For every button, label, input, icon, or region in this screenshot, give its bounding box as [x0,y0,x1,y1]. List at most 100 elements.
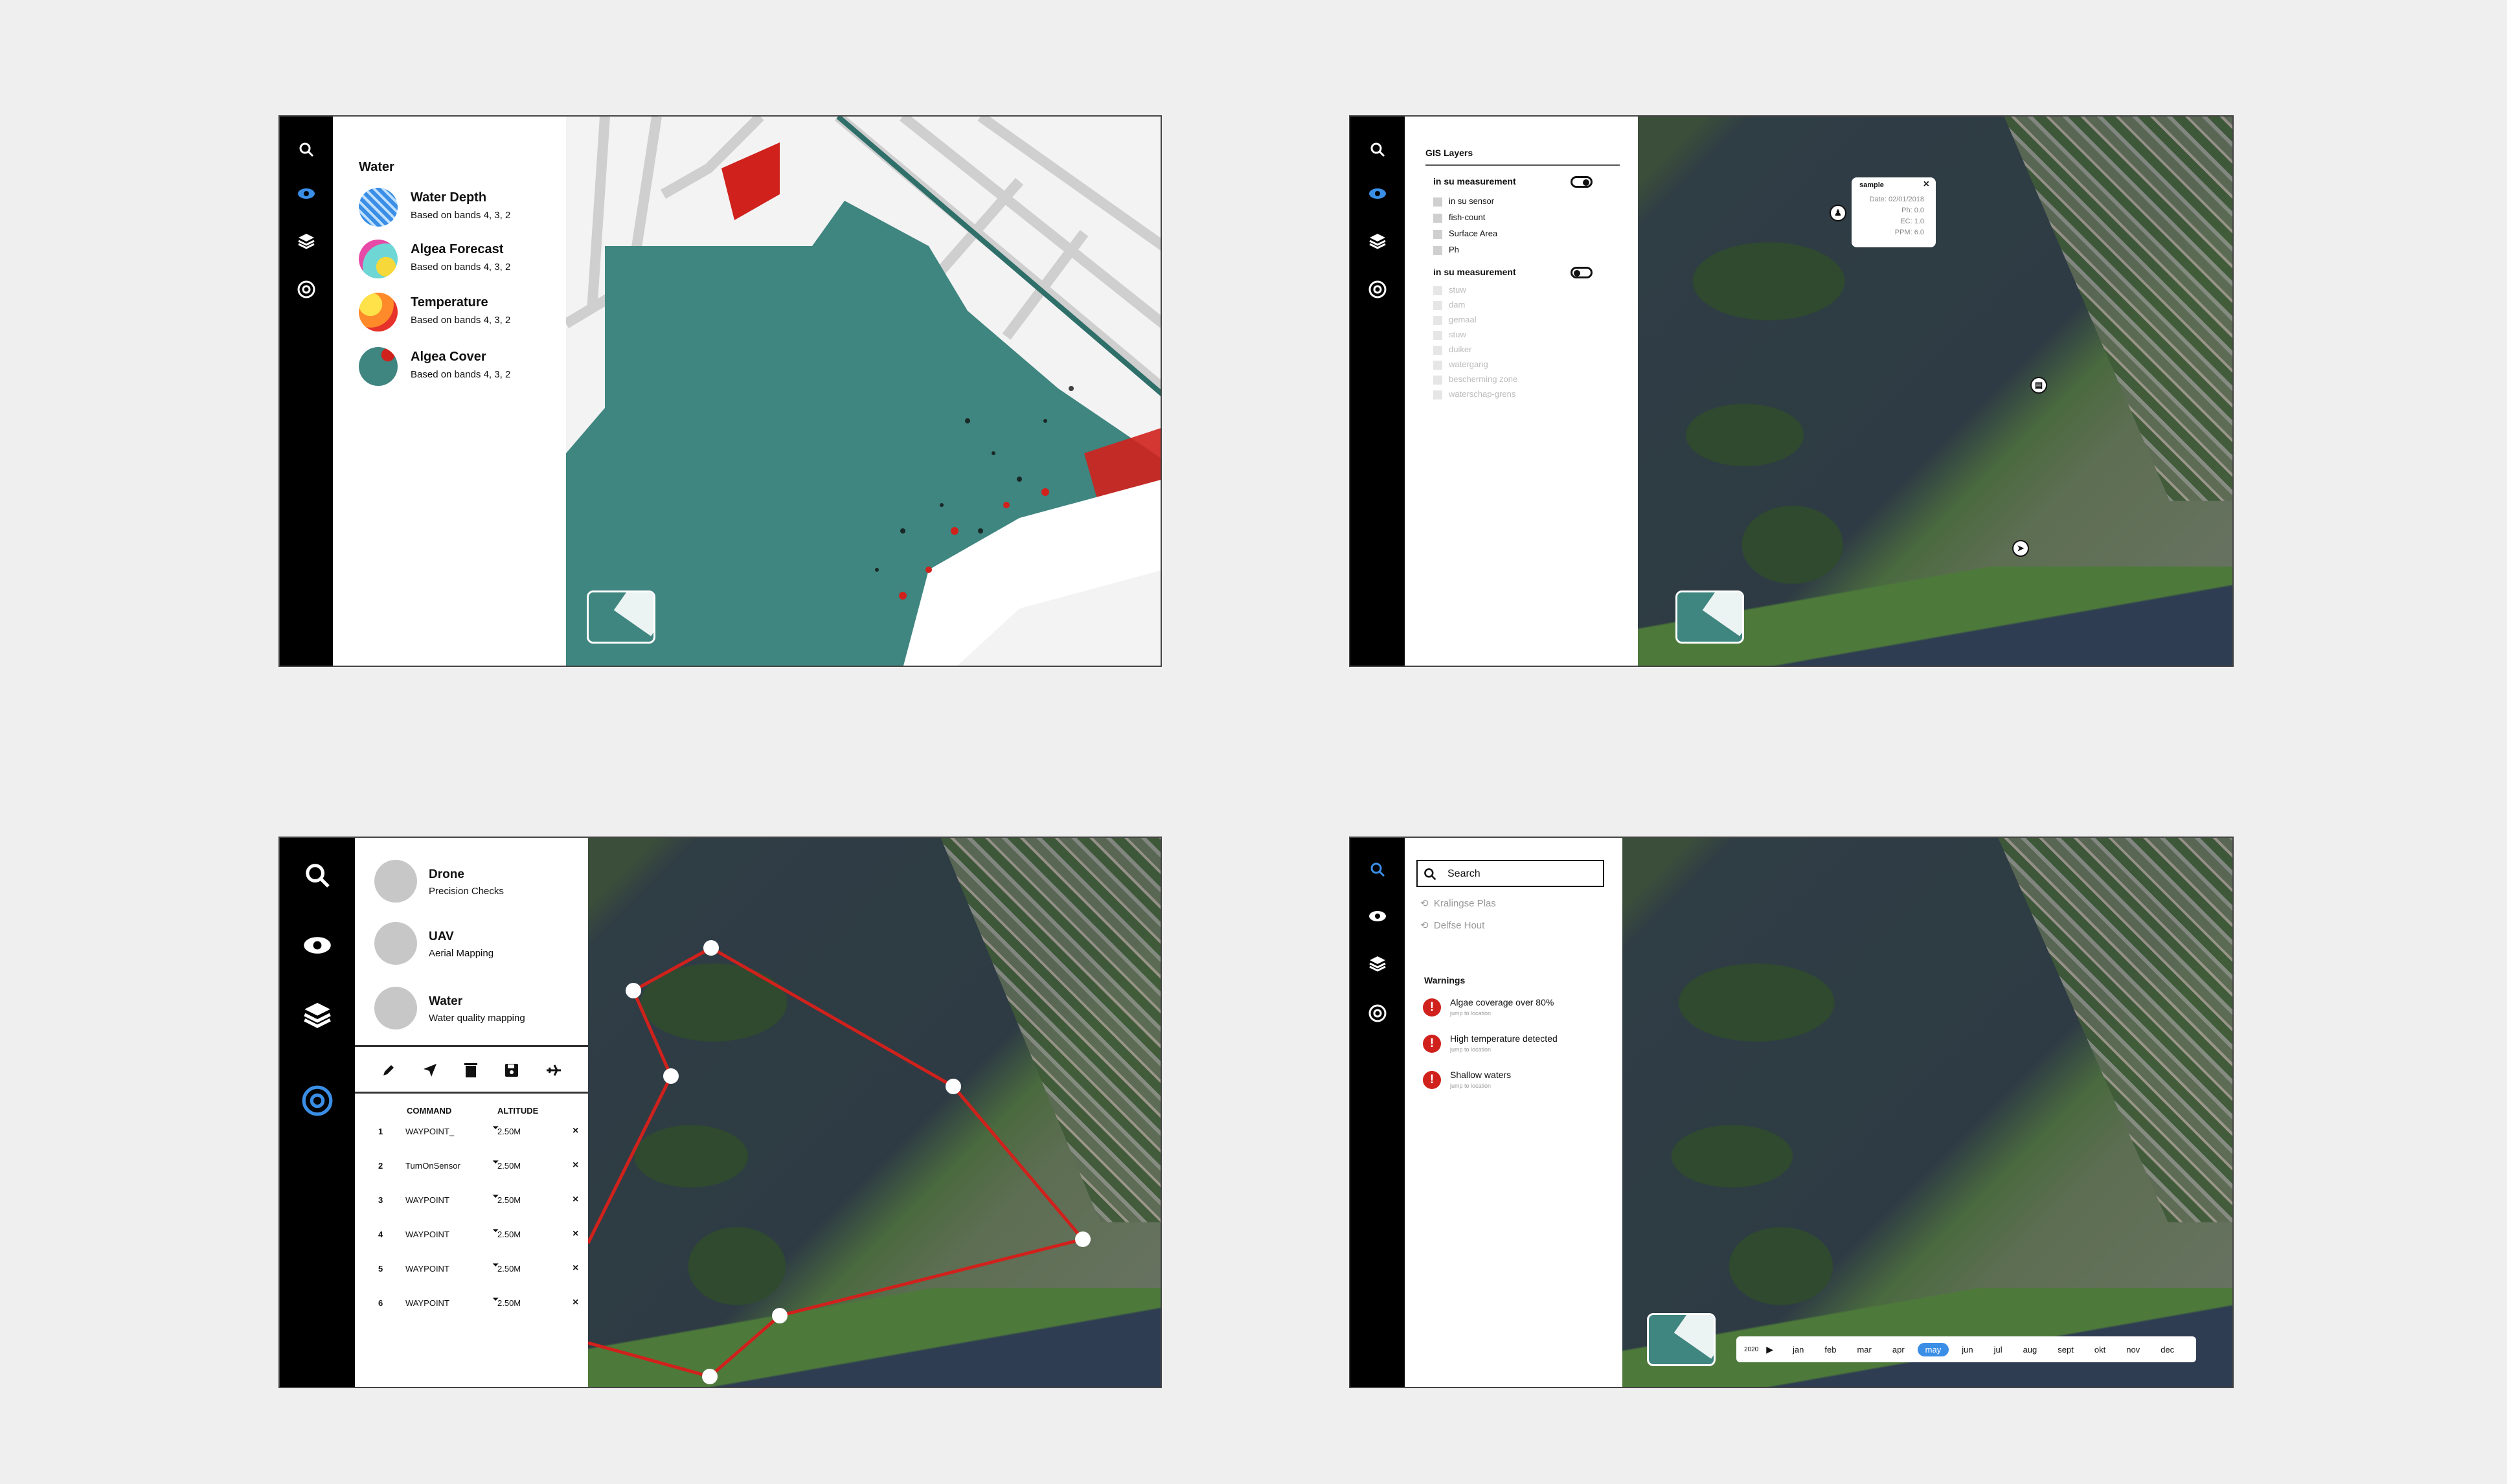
vehicle-item[interactable]: UAV Aerial Mapping [374,922,569,967]
month-dec[interactable]: dec [2153,1343,2182,1356]
search-icon[interactable] [1369,861,1386,878]
month-apr[interactable]: apr [1885,1343,1912,1356]
eye-icon[interactable] [1368,909,1387,923]
table-row[interactable]: 6 WAYPOINT ⏷ 2.50M × [378,1294,579,1329]
layers-icon[interactable] [302,1000,332,1029]
layer-item[interactable]: Temperature Based on bands 4, 3, 2 [359,293,553,334]
surface-area-pin-icon[interactable]: ▤ [2030,377,2047,394]
layer-checkbox[interactable]: Ph [1433,242,1497,258]
popup-close-icon[interactable]: × [1923,179,1929,190]
month-jul[interactable]: jul [1986,1343,2010,1356]
fish-count-pin-icon[interactable]: ➤ [2012,540,2029,557]
command-select[interactable]: WAYPOINT [405,1298,449,1308]
layer-checkbox[interactable]: Surface Area [1433,225,1497,242]
table-row[interactable]: 3 WAYPOINT ⏷ 2.50M × [378,1191,579,1226]
altitude-value[interactable]: 2.50M [497,1161,521,1171]
recent-search[interactable]: ⟲ Delfse Hout [1420,919,1484,931]
pencil-icon[interactable] [381,1062,396,1078]
jump-to-location-link[interactable]: jump to location [1450,1083,1491,1089]
plane-icon[interactable] [545,1062,562,1078]
month-aug[interactable]: aug [2015,1343,2045,1356]
month-jun[interactable]: jun [1954,1343,1980,1356]
command-select[interactable]: WAYPOINT [405,1230,449,1239]
group-toggle-off[interactable] [1571,267,1593,278]
jump-to-location-link[interactable]: jump to location [1450,1046,1491,1053]
month-may-selected[interactable]: may [1917,1342,1949,1356]
table-row[interactable]: 4 WAYPOINT ⏷ 2.50M × [378,1226,579,1260]
month-nov[interactable]: nov [2118,1343,2148,1356]
search-icon[interactable] [298,141,315,158]
layer-checkbox[interactable]: waterschap-grens [1433,387,1517,401]
command-select[interactable]: TurnOnSensor [405,1161,460,1171]
delete-row-icon[interactable]: × [573,1194,578,1206]
command-select[interactable]: WAYPOINT [405,1195,449,1205]
play-button[interactable]: ▶ [1766,1344,1773,1355]
month-sept[interactable]: sept [2050,1343,2082,1356]
warning-item[interactable]: ! High temperature detected jump to loca… [1423,1032,1611,1058]
target-icon[interactable] [1368,280,1387,299]
layer-checkbox[interactable]: watergang [1433,357,1517,372]
minimap-thumbnail[interactable] [1647,1313,1716,1366]
layer-checkbox[interactable]: duiker [1433,342,1517,357]
minimap-thumbnail[interactable] [1675,590,1744,644]
month-okt[interactable]: okt [2087,1343,2113,1356]
eye-icon[interactable] [297,186,316,201]
altitude-value[interactable]: 2.50M [497,1230,521,1239]
warning-item[interactable]: ! Algae coverage over 80% jump to locati… [1423,996,1611,1022]
warning-item[interactable]: ! Shallow waters jump to location [1423,1068,1611,1094]
layer-checkbox[interactable]: in su sensor [1433,193,1497,209]
save-icon[interactable] [504,1062,519,1078]
layer-checkbox[interactable]: stuw [1433,327,1517,342]
search-input[interactable]: Search [1416,860,1604,887]
algea-map[interactable] [566,117,1161,666]
layer-checkbox[interactable]: gemaal [1433,312,1517,327]
group-toggle-on[interactable] [1571,176,1593,188]
satellite-map[interactable]: ♟ ▤ ➤ sample × Date: 02/01/2018 Ph: 0.0 EC… [1638,117,2232,666]
target-icon[interactable] [1368,1004,1387,1023]
table-row[interactable]: 1 WAYPOINT_ ⏷ 2.50M × [378,1123,579,1157]
altitude-value[interactable]: 2.50M [497,1298,521,1308]
eye-icon[interactable] [302,934,333,957]
table-row[interactable]: 5 WAYPOINT ⏷ 2.50M × [378,1260,579,1294]
layer-checkbox[interactable]: dam [1433,297,1517,312]
layers-icon[interactable] [1368,954,1387,972]
navigate-icon[interactable] [422,1062,438,1078]
minimap-thumbnail[interactable] [587,590,655,644]
target-icon[interactable] [297,280,316,299]
layers-icon[interactable] [1368,232,1387,250]
delete-row-icon[interactable]: × [573,1263,578,1274]
layer-item[interactable]: Algea Cover Based on bands 4, 3, 2 [359,347,553,388]
layers-icon[interactable] [297,232,315,250]
layer-item[interactable]: Algea Forecast Based on bands 4, 3, 2 [359,240,553,281]
timeline-map[interactable]: 2020 ▶ jan feb mar apr may jun jul aug s… [1622,838,2232,1387]
eye-icon[interactable] [1368,186,1387,201]
table-row[interactable]: 2 TurnOnSensor ⏷ 2.50M × [378,1157,579,1191]
vehicle-item[interactable]: Drone Precision Checks [374,860,569,905]
search-icon[interactable] [303,861,332,890]
jump-to-location-link[interactable]: jump to location [1450,1010,1491,1017]
search-icon[interactable] [1369,141,1386,158]
month-jan[interactable]: jan [1785,1343,1811,1356]
altitude-value[interactable]: 2.50M [497,1264,521,1274]
vehicle-item[interactable]: Water Water quality mapping [374,987,582,1032]
command-select[interactable]: WAYPOINT [405,1264,449,1274]
sensor-pin-icon[interactable]: ♟ [1830,205,1846,221]
layer-checkbox[interactable]: bescherming zone [1433,372,1517,387]
altitude-value[interactable]: 2.50M [497,1127,521,1136]
month-mar[interactable]: mar [1849,1343,1879,1356]
delete-row-icon[interactable]: × [573,1160,578,1171]
recent-search[interactable]: ⟲ Kralingse Plas [1420,897,1496,909]
delete-row-icon[interactable]: × [573,1125,578,1137]
layer-item[interactable]: Water Depth Based on bands 4, 3, 2 [359,188,553,229]
delete-row-icon[interactable]: × [573,1228,578,1240]
command-select[interactable]: WAYPOINT_ [405,1127,454,1136]
altitude-value[interactable]: 2.50M [497,1195,521,1205]
trash-icon[interactable] [464,1062,478,1079]
month-feb[interactable]: feb [1817,1343,1844,1356]
target-icon[interactable] [301,1084,334,1118]
flight-route[interactable] [588,838,1161,1387]
mission-map[interactable] [588,838,1161,1387]
layer-checkbox[interactable]: fish-count [1433,209,1497,225]
delete-row-icon[interactable]: × [573,1297,578,1309]
layer-checkbox[interactable]: stuw [1433,282,1517,297]
